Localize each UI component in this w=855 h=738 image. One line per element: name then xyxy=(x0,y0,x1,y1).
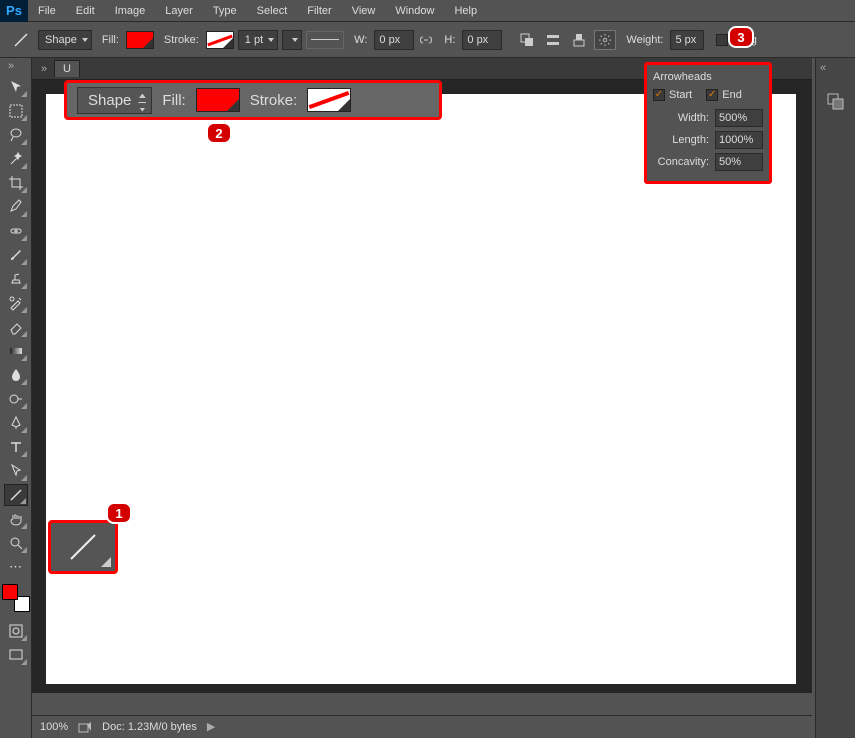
path-selection-tool[interactable] xyxy=(4,460,28,482)
dock-collapse-icon[interactable]: « xyxy=(820,62,826,74)
enlarged-mode-select: Shape xyxy=(77,87,152,114)
geometry-options-button[interactable] xyxy=(594,30,616,50)
gradient-tool[interactable] xyxy=(4,340,28,362)
weight-input[interactable]: 5 px xyxy=(670,30,704,50)
document-tab[interactable]: U xyxy=(54,60,80,77)
arrowhead-concavity-input[interactable] xyxy=(715,153,763,171)
layers-panel-icon[interactable] xyxy=(821,88,851,116)
magic-wand-tool[interactable] xyxy=(4,148,28,170)
line-tool-icon xyxy=(8,30,34,50)
height-label: H: xyxy=(444,34,455,46)
history-brush-tool[interactable] xyxy=(4,292,28,314)
zoom-tool[interactable] xyxy=(4,532,28,554)
weight-label: Weight: xyxy=(626,34,663,46)
menu-type[interactable]: Type xyxy=(203,0,247,22)
tool-mode-select[interactable]: Shape xyxy=(38,30,92,50)
crop-tool[interactable] xyxy=(4,172,28,194)
enlarged-stroke-swatch xyxy=(307,88,351,112)
stroke-width-select[interactable]: 1 pt xyxy=(238,30,278,50)
eyedropper-tool[interactable] xyxy=(4,196,28,218)
menu-select[interactable]: Select xyxy=(247,0,298,22)
screen-mode-button[interactable] xyxy=(4,644,28,666)
clone-stamp-tool[interactable] xyxy=(4,268,28,290)
menu-bar: Ps File Edit Image Layer Type Select Fil… xyxy=(0,0,855,22)
status-bar: 100% Doc: 1.23M/0 bytes ▶ xyxy=(32,715,812,737)
fill-label: Fill: xyxy=(102,34,119,46)
arrowhead-width-label: Width: xyxy=(678,112,709,124)
marquee-tool[interactable] xyxy=(4,100,28,122)
stroke-label: Stroke: xyxy=(164,34,199,46)
menu-layer[interactable]: Layer xyxy=(155,0,203,22)
enlarged-stroke-label: Stroke: xyxy=(250,92,298,109)
arrowhead-start-label: Start xyxy=(669,89,692,101)
arrowhead-length-input[interactable] xyxy=(715,131,763,149)
path-alignment-button[interactable] xyxy=(542,30,564,50)
arrowhead-concavity-label: Concavity: xyxy=(658,156,709,168)
stroke-options-select[interactable] xyxy=(282,30,302,50)
zoom-level[interactable]: 100% xyxy=(40,721,68,733)
doc-info-arrow-icon[interactable]: ▶ xyxy=(207,720,215,733)
stroke-width-value: 1 pt xyxy=(245,34,263,46)
line-tool[interactable] xyxy=(4,484,28,506)
menu-window[interactable]: Window xyxy=(385,0,444,22)
path-arrangement-button[interactable] xyxy=(568,30,590,50)
arrowhead-start-checkbox[interactable] xyxy=(653,89,665,101)
menu-image[interactable]: Image xyxy=(105,0,156,22)
app-logo: Ps xyxy=(0,0,28,22)
tab-scroll-icon[interactable]: » xyxy=(38,63,50,75)
menu-file[interactable]: File xyxy=(28,0,66,22)
pen-tool[interactable] xyxy=(4,412,28,434)
menu-filter[interactable]: Filter xyxy=(297,0,341,22)
width-input[interactable]: 0 px xyxy=(374,30,414,50)
width-value: 0 px xyxy=(379,34,400,46)
dodge-tool[interactable] xyxy=(4,388,28,410)
enlarged-fill-swatch xyxy=(196,88,240,112)
brush-tool[interactable] xyxy=(4,244,28,266)
enlarged-fill-label: Fill: xyxy=(162,92,185,109)
hand-tool[interactable] xyxy=(4,508,28,530)
options-bar: Shape Fill: Stroke: 1 pt W: 0 px H: 0 px… xyxy=(0,22,855,58)
right-panel-dock: « xyxy=(815,58,855,738)
annotation-badge-1: 1 xyxy=(106,502,132,524)
weight-value: 5 px xyxy=(675,34,696,46)
stroke-swatch[interactable] xyxy=(206,31,234,49)
menu-edit[interactable]: Edit xyxy=(66,0,105,22)
arrowheads-popup: Arrowheads Start End Width: Length: Conc… xyxy=(644,62,772,184)
arrowhead-end-checkbox[interactable] xyxy=(706,89,718,101)
annotation-badge-3: 3 xyxy=(728,26,754,48)
quick-mask-button[interactable] xyxy=(4,620,28,642)
annotation-options-enlarged: Shape Fill: Stroke: xyxy=(64,80,442,120)
height-input[interactable]: 0 px xyxy=(462,30,502,50)
align-edges-checkbox[interactable] xyxy=(716,34,728,46)
doc-info[interactable]: Doc: 1.23M/0 bytes xyxy=(102,721,197,733)
edit-toolbar-button[interactable]: ⋯ xyxy=(4,556,28,578)
annotation-line-tool-enlarged xyxy=(48,520,118,574)
blur-tool[interactable] xyxy=(4,364,28,386)
tools-collapse-icon[interactable]: » xyxy=(8,60,14,72)
height-value: 0 px xyxy=(467,34,488,46)
path-operations-button[interactable] xyxy=(516,30,538,50)
foreground-color-swatch[interactable] xyxy=(2,584,18,600)
stroke-type-select[interactable] xyxy=(306,31,344,49)
menu-view[interactable]: View xyxy=(342,0,386,22)
move-tool[interactable] xyxy=(4,76,28,98)
export-icon[interactable] xyxy=(78,721,92,733)
arrowhead-width-input[interactable] xyxy=(715,109,763,127)
arrowhead-end-label: End xyxy=(722,89,742,101)
healing-brush-tool[interactable] xyxy=(4,220,28,242)
menu-help[interactable]: Help xyxy=(444,0,487,22)
color-swatches[interactable] xyxy=(2,584,30,612)
fill-swatch[interactable] xyxy=(126,31,154,49)
arrowheads-title: Arrowheads xyxy=(653,71,763,83)
tool-palette: » ⋯ xyxy=(0,58,32,738)
eraser-tool[interactable] xyxy=(4,316,28,338)
width-label: W: xyxy=(354,34,367,46)
link-wh-icon[interactable] xyxy=(418,32,434,48)
tool-mode-value: Shape xyxy=(45,34,77,46)
lasso-tool[interactable] xyxy=(4,124,28,146)
arrowhead-length-label: Length: xyxy=(672,134,709,146)
type-tool[interactable] xyxy=(4,436,28,458)
annotation-badge-2: 2 xyxy=(206,122,232,144)
